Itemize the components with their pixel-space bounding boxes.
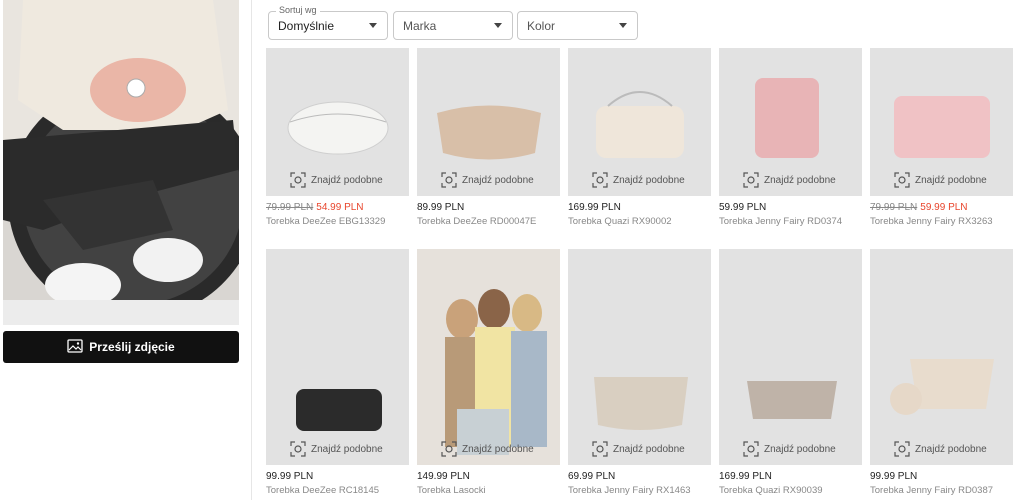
product-card[interactable]: Znajdź podobne 169.99 PLN Torebka Quazi RX… xyxy=(568,48,711,228)
chevron-down-icon xyxy=(619,23,627,28)
sale-price: 54.99 PLN xyxy=(316,202,364,213)
product-image[interactable]: Znajdź podobne xyxy=(568,48,711,196)
product-card[interactable]: Znajdź podobne 169.99 PLN Torebka Quazi RX… xyxy=(719,249,862,496)
product-card[interactable]: Znajdź podobne 89.99 PLN Torebka DeeZee RD… xyxy=(417,48,560,228)
find-similar-button[interactable]: Znajdź podobne xyxy=(743,172,836,188)
color-placeholder: Kolor xyxy=(527,18,556,33)
product-image[interactable]: Znajdź podobne xyxy=(266,48,409,196)
product-price: 69.99 PLN xyxy=(568,471,616,482)
product-price: 99.99 PLN xyxy=(266,471,314,482)
find-similar-button[interactable]: Znajdź podobne xyxy=(592,441,685,457)
image-icon xyxy=(67,338,83,356)
product-name[interactable]: Torebka DeeZee RC18145 xyxy=(266,485,379,496)
product-image[interactable]: Znajdź podobne xyxy=(719,48,862,196)
find-similar-button[interactable]: Znajdź podobne xyxy=(441,441,534,457)
visual-search-icon xyxy=(894,441,910,457)
find-similar-label: Znajdź podobne xyxy=(311,174,383,186)
product-card[interactable]: Znajdź podobne 79.99 PLN 59.99 PLN Torebka … xyxy=(870,48,1013,228)
product-price: 89.99 PLN xyxy=(417,202,465,213)
product-name[interactable]: Torebka DeeZee EBG13329 xyxy=(266,216,385,227)
panel-divider xyxy=(251,0,252,500)
product-price: 169.99 PLN xyxy=(719,471,772,482)
product-price: 79.99 PLN 54.99 PLN xyxy=(266,202,364,213)
find-similar-button[interactable]: Znajdź podobne xyxy=(894,441,987,457)
product-image[interactable]: Znajdź podobne xyxy=(719,249,862,465)
visual-search-icon xyxy=(592,441,608,457)
chevron-down-icon xyxy=(494,23,502,28)
sort-value: Domyślnie xyxy=(278,18,335,33)
find-similar-label: Znajdź podobne xyxy=(613,443,685,455)
find-similar-button[interactable]: Znajdź podobne xyxy=(743,441,836,457)
brand-select[interactable]: Marka xyxy=(393,11,513,40)
product-price: 169.99 PLN xyxy=(568,202,621,213)
product-price: 149.99 PLN xyxy=(417,471,470,482)
color-select[interactable]: Kolor xyxy=(517,11,638,40)
product-image[interactable]: Znajdź podobne xyxy=(417,48,560,196)
find-similar-button[interactable]: Znajdź podobne xyxy=(592,172,685,188)
visual-search-icon xyxy=(441,172,457,188)
product-card[interactable]: Znajdź podobne 99.99 PLN Torebka DeeZee RC… xyxy=(266,249,409,496)
product-name[interactable]: Torebka Jenny Fairy RD0387 xyxy=(870,485,993,496)
find-similar-label: Znajdź podobne xyxy=(915,174,987,186)
find-similar-button[interactable]: Znajdź podobne xyxy=(290,172,383,188)
product-card[interactable]: Znajdź podobne 79.99 PLN 54.99 PLN Torebka … xyxy=(266,48,409,228)
product-name[interactable]: Torebka Quazi RX90002 xyxy=(568,216,672,227)
old-price: 79.99 PLN xyxy=(870,202,918,213)
product-name[interactable]: Torebka Lasocki xyxy=(417,485,486,496)
find-similar-button[interactable]: Znajdź podobne xyxy=(894,172,987,188)
sort-legend: Sortuj wg xyxy=(276,5,320,15)
product-name[interactable]: Torebka Jenny Fairy RX1463 xyxy=(568,485,691,496)
brand-placeholder: Marka xyxy=(403,18,437,33)
find-similar-label: Znajdź podobne xyxy=(462,443,534,455)
uploaded-photo xyxy=(3,0,239,325)
visual-search-icon xyxy=(894,172,910,188)
find-similar-label: Znajdź podobne xyxy=(613,174,685,186)
product-image[interactable]: Znajdź podobne xyxy=(870,249,1013,465)
old-price: 79.99 PLN xyxy=(266,202,314,213)
product-image[interactable]: Znajdź podobne xyxy=(870,48,1013,196)
product-image[interactable]: Znajdź podobne xyxy=(266,249,409,465)
visual-search-icon xyxy=(592,172,608,188)
product-card[interactable]: Znajdź podobne 69.99 PLN Torebka Jenny Fai… xyxy=(568,249,711,496)
product-image[interactable]: Znajdź podobne xyxy=(568,249,711,465)
product-price: 99.99 PLN xyxy=(870,471,918,482)
product-price: 79.99 PLN 59.99 PLN xyxy=(870,202,968,213)
visual-search-icon xyxy=(743,172,759,188)
product-price: 59.99 PLN xyxy=(719,202,767,213)
find-similar-label: Znajdź podobne xyxy=(311,443,383,455)
visual-search-icon xyxy=(290,441,306,457)
find-similar-label: Znajdź podobne xyxy=(764,443,836,455)
find-similar-button[interactable]: Znajdź podobne xyxy=(290,441,383,457)
product-card[interactable]: Znajdź podobne 59.99 PLN Torebka Jenny Fai… xyxy=(719,48,862,228)
product-name[interactable]: Torebka Jenny Fairy RD0374 xyxy=(719,216,842,227)
find-similar-label: Znajdź podobne xyxy=(462,174,534,186)
product-name[interactable]: Torebka DeeZee RD00047E xyxy=(417,216,536,227)
upload-photo-button[interactable]: Prześlij zdjęcie xyxy=(3,331,239,363)
find-similar-button[interactable]: Znajdź podobne xyxy=(441,172,534,188)
product-card[interactable]: Znajdź podobne 149.99 PLN Torebka Lasocki xyxy=(417,249,560,496)
find-similar-label: Znajdź podobne xyxy=(915,443,987,455)
product-name[interactable]: Torebka Quazi RX90039 xyxy=(719,485,823,496)
product-card[interactable]: Znajdź podobne 99.99 PLN Torebka Jenny Fai… xyxy=(870,249,1013,496)
sort-select[interactable]: Sortuj wg Domyślnie xyxy=(268,5,388,40)
product-image[interactable]: Znajdź podobne xyxy=(417,249,560,465)
upload-photo-label: Prześlij zdjęcie xyxy=(89,340,175,354)
chevron-down-icon xyxy=(369,23,377,28)
find-similar-label: Znajdź podobne xyxy=(764,174,836,186)
visual-search-icon xyxy=(290,172,306,188)
product-name[interactable]: Torebka Jenny Fairy RX3263 xyxy=(870,216,993,227)
sale-price: 59.99 PLN xyxy=(920,202,968,213)
visual-search-icon xyxy=(441,441,457,457)
visual-search-icon xyxy=(743,441,759,457)
